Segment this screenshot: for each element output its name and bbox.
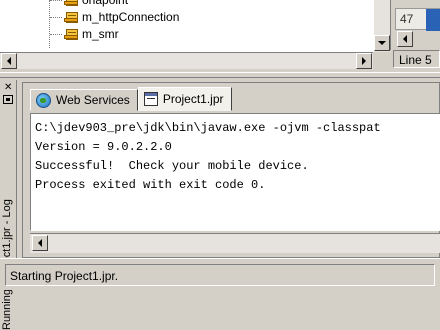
tree-node[interactable]: m_httpConnection [50, 8, 179, 26]
scroll-down-button[interactable] [374, 35, 390, 51]
chevron-left-icon [7, 57, 11, 65]
log-side-strip: ✕ Running: Project1.jpr - Log [0, 80, 17, 330]
tree-node-label: m_smr [82, 27, 119, 41]
tree-horizontal-scrollbar[interactable] [0, 52, 373, 69]
chevron-right-icon [362, 57, 366, 65]
chevron-left-icon [403, 35, 407, 43]
log-line: Process exited with exit code 0. [35, 178, 266, 192]
tree-vertical-scrollbar[interactable] [373, 0, 390, 52]
tab-label: Web Services [56, 93, 130, 107]
log-horizontal-scrollbar[interactable] [30, 233, 440, 253]
log-line: Successful! Check your mobile device. [35, 159, 309, 173]
tab-project1[interactable]: Project1.jpr [137, 87, 232, 111]
log-scroll-left-button[interactable] [32, 235, 48, 251]
method-icon [64, 11, 79, 24]
tree-node-label: onapoint [82, 0, 129, 7]
pane-splitter[interactable] [0, 72, 440, 78]
tab-web-services[interactable]: Web Services [30, 89, 138, 111]
chevron-down-icon [378, 41, 386, 45]
structure-tree: onapoint m_httpConnection m_smr [0, 0, 373, 52]
tree-node[interactable]: m_smr [50, 25, 119, 43]
method-icon [64, 0, 79, 7]
line-number-gutter: 47 [395, 8, 440, 31]
tree-node-label: m_httpConnection [82, 10, 180, 24]
scroll-left-button[interactable] [1, 53, 17, 69]
status-text: Starting Project1.jpr. [5, 264, 435, 286]
pin-icon[interactable] [3, 95, 13, 104]
method-icon [64, 28, 79, 41]
editor-scroll-left-button[interactable] [397, 31, 413, 47]
chevron-left-icon [38, 239, 42, 247]
log-line: C:\jdev903_pre\jdk\bin\javaw.exe -ojvm -… [35, 121, 381, 135]
log-tabs: Web Services Project1.jpr [30, 87, 232, 111]
log-line: Version = 9.0.2.2.0 [35, 140, 172, 154]
tab-label: Project1.jpr [162, 92, 224, 106]
editor-area: 47 [390, 0, 440, 50]
log-output[interactable]: C:\jdev903_pre\jdk\bin\javaw.exe -ojvm -… [30, 113, 440, 231]
line-number: 47 [400, 12, 414, 26]
log-panel: Web Services Project1.jpr C:\jdev903_pre… [22, 82, 440, 258]
selection-highlight [426, 9, 440, 31]
status-bar: Starting Project1.jpr. [0, 258, 440, 290]
globe-icon [36, 92, 51, 108]
close-icon[interactable]: ✕ [4, 83, 12, 93]
project-icon [143, 92, 158, 106]
scroll-right-button[interactable] [356, 53, 372, 69]
line-status: Line 5 [393, 50, 440, 68]
